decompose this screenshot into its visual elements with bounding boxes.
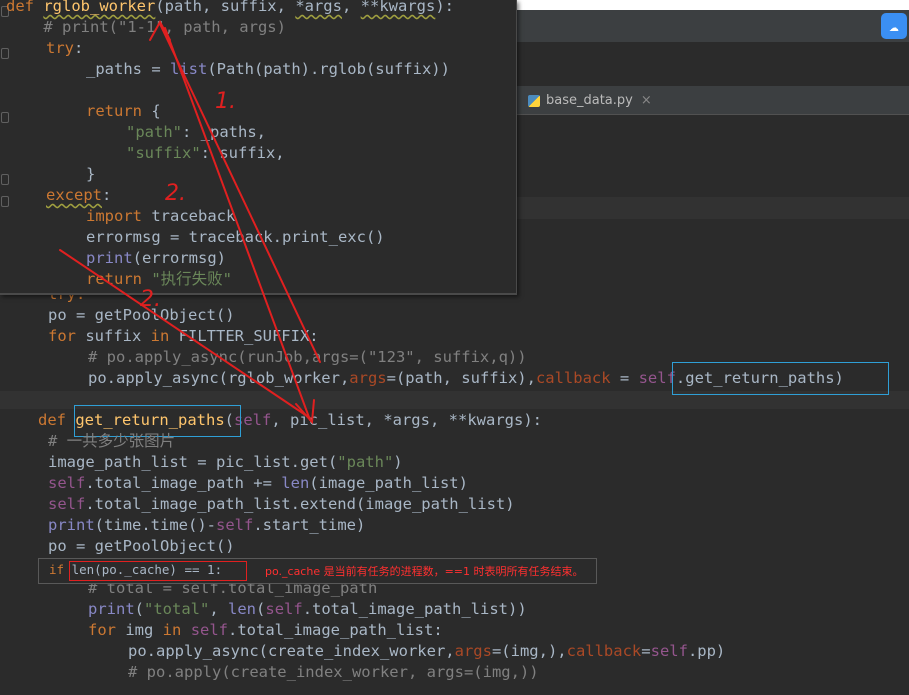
code-line: "suffix": suffix, (126, 144, 285, 162)
code-line: import traceback (86, 207, 236, 225)
editor-tab-strip: base_data.py × (516, 86, 909, 115)
tab-label: base_data.py (546, 93, 633, 108)
code-line: def rglob_worker(path, suffix, *args, **… (6, 0, 454, 15)
code-line: # po.apply_async(runJob,args=("123", suf… (88, 348, 527, 366)
code-line: # po.apply(create_index_worker, args=(im… (128, 663, 539, 681)
code-line: image_path_list = pic_list.get("path") (48, 453, 403, 471)
code-line: except: (46, 186, 112, 204)
current-line-highlight (516, 197, 909, 219)
cache-note-text: po._cache 是当前有任务的进程数，==1 时表明所有任务结束。 (265, 565, 584, 578)
window-top-strip (516, 0, 909, 10)
code-line: self.total_image_path += len(image_path_… (48, 474, 468, 492)
cache-note-box: if len(po._cache) == 1: po._cache 是当前有任务… (38, 558, 597, 584)
code-line: print(time.time()-self.start_time) (48, 516, 366, 534)
python-file-icon (528, 95, 540, 107)
tab-base-data-py[interactable]: base_data.py × (522, 90, 660, 112)
code-line: print("total", len(self.total_image_path… (88, 600, 527, 618)
code-line: _paths = list(Path(path).rglob(suffix)) (86, 60, 450, 78)
code-line: # print("1-1", path, args) (6, 18, 286, 36)
code-line: po.apply_async(create_index_worker,args=… (128, 642, 726, 660)
fold-marker-icon[interactable] (1, 112, 9, 123)
code-line: return { (86, 102, 161, 120)
toolbar: ☁ (516, 10, 909, 42)
code-line: } (86, 165, 96, 183)
fold-marker-icon[interactable] (1, 48, 9, 59)
cloud-sync-icon[interactable]: ☁ (881, 13, 907, 39)
rglob-worker-popup[interactable]: def rglob_worker(path, suffix, *args, **… (0, 0, 517, 295)
condition-red-box (69, 561, 247, 581)
code-line: for suffix in FILTTER_SUFFIX: (48, 327, 319, 345)
fold-marker-icon[interactable] (1, 174, 9, 185)
code-line: errormsg = traceback.print_exc() (86, 228, 385, 246)
code-line: for img in self.total_image_path_list: (88, 621, 443, 639)
code-line: try: (46, 39, 84, 57)
code-line: # 一共多少张图片 (48, 432, 176, 450)
code-line: po = getPoolObject() (48, 537, 235, 555)
code-line: self.total_image_path_list.extend(image_… (48, 495, 515, 513)
close-tab-icon[interactable]: × (641, 93, 652, 108)
code-line: po = getPoolObject() (48, 306, 235, 324)
code-line: return "执行失败" (86, 270, 232, 288)
code-line: "path": _paths, (126, 123, 266, 141)
fold-marker-icon[interactable] (1, 196, 9, 207)
code-line: print(errormsg) (86, 249, 226, 267)
callback-highlight-box (672, 362, 889, 395)
